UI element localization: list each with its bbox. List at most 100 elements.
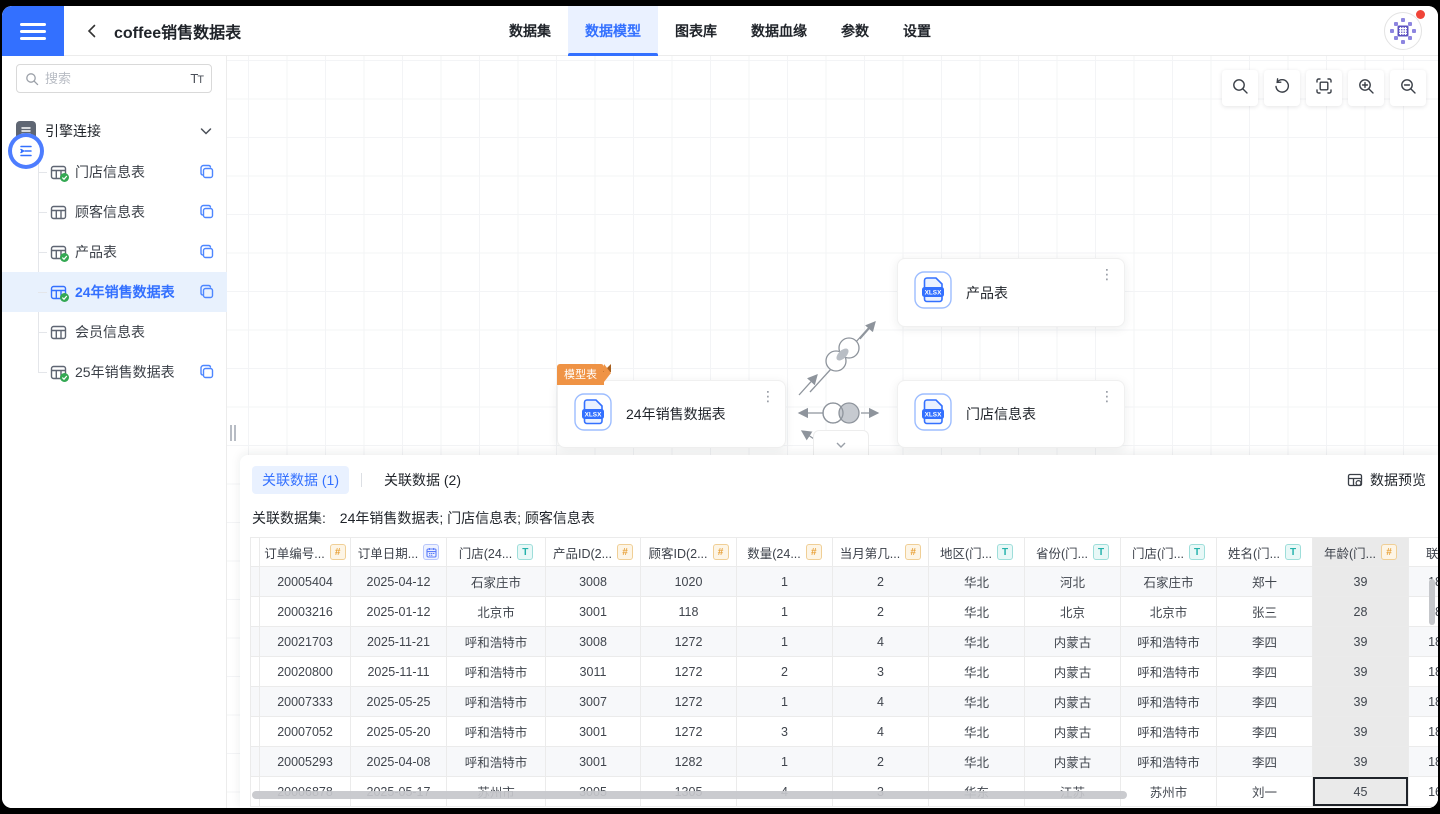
table-cell[interactable]: 李四 bbox=[1217, 627, 1313, 657]
table-cell[interactable]: 华北 bbox=[929, 567, 1025, 597]
table-cell[interactable]: 2 bbox=[737, 657, 833, 687]
table-cell[interactable]: 3008 bbox=[546, 567, 641, 597]
table-cell[interactable]: 呼和浩特市 bbox=[1121, 717, 1217, 747]
table-cell[interactable]: 1020 bbox=[641, 567, 737, 597]
table-cell[interactable]: 3 bbox=[833, 657, 929, 687]
column-header-3[interactable]: 产品ID(2...# bbox=[546, 537, 641, 567]
table-cell[interactable]: 华北 bbox=[929, 627, 1025, 657]
table-cell[interactable]: 20003216 bbox=[260, 597, 351, 627]
column-header-7[interactable]: 地区(门...T bbox=[929, 537, 1025, 567]
table-cell[interactable]: 188 bbox=[1409, 747, 1438, 777]
table-cell[interactable]: 呼和浩特市 bbox=[447, 657, 546, 687]
model-node-2[interactable]: XLSX门店信息表⋮ bbox=[897, 380, 1125, 448]
sidebar-item-5[interactable]: 25年销售数据表 bbox=[2, 352, 227, 392]
table-cell[interactable]: 北京 bbox=[1025, 597, 1121, 627]
table-cell[interactable]: 3008 bbox=[546, 627, 641, 657]
table-cell[interactable]: 呼和浩特市 bbox=[1121, 747, 1217, 777]
table-cell[interactable]: 河北 bbox=[1025, 567, 1121, 597]
column-header-8[interactable]: 省份(门...T bbox=[1025, 537, 1121, 567]
column-header-6[interactable]: 当月第几...# bbox=[833, 537, 929, 567]
search-button[interactable] bbox=[1222, 70, 1258, 106]
table-cell[interactable]: 2025-01-12 bbox=[351, 597, 447, 627]
text-filter-icon[interactable]: TT bbox=[190, 71, 203, 86]
table-cell[interactable]: 1282 bbox=[641, 747, 737, 777]
sidebar-item-4[interactable]: 会员信息表 bbox=[2, 312, 227, 352]
table-cell[interactable]: 石家庄市 bbox=[1121, 567, 1217, 597]
copy-icon[interactable] bbox=[199, 244, 215, 260]
table-cell[interactable]: 1272 bbox=[641, 687, 737, 717]
panel-tab-0[interactable]: 关联数据 (1) bbox=[252, 466, 349, 494]
hamburger-menu-button[interactable] bbox=[2, 6, 64, 56]
column-header-11[interactable]: 年龄(门...# bbox=[1313, 537, 1409, 567]
tab-0[interactable]: 数据集 bbox=[492, 6, 568, 56]
table-cell[interactable]: 2025-11-11 bbox=[351, 657, 447, 687]
table-cell[interactable]: 3 bbox=[737, 717, 833, 747]
copy-icon[interactable] bbox=[199, 284, 215, 300]
column-header-10[interactable]: 姓名(门...T bbox=[1217, 537, 1313, 567]
table-cell[interactable]: 3001 bbox=[546, 597, 641, 627]
table-cell[interactable]: 郑十 bbox=[1217, 567, 1313, 597]
table-cell[interactable]: 李四 bbox=[1217, 747, 1313, 777]
tab-5[interactable]: 设置 bbox=[886, 6, 948, 56]
table-cell[interactable]: 2 bbox=[833, 747, 929, 777]
collapsed-node[interactable] bbox=[813, 430, 869, 456]
table-cell[interactable]: 188 bbox=[1409, 687, 1438, 717]
chevron-down-icon[interactable] bbox=[199, 124, 213, 138]
tab-2[interactable]: 图表库 bbox=[658, 6, 734, 56]
tab-4[interactable]: 参数 bbox=[824, 6, 886, 56]
table-cell[interactable]: 4 bbox=[833, 687, 929, 717]
table-cell[interactable]: 3007 bbox=[546, 687, 641, 717]
table-cell[interactable]: 张三 bbox=[1217, 597, 1313, 627]
table-cell[interactable]: 28 bbox=[1313, 597, 1409, 627]
table-cell[interactable]: 45 bbox=[1313, 777, 1409, 807]
column-header-0[interactable]: 订单编号...# bbox=[260, 537, 351, 567]
table-cell[interactable]: 4 bbox=[833, 717, 929, 747]
table-cell[interactable]: 2025-04-12 bbox=[351, 567, 447, 597]
sidebar-item-3[interactable]: 24年销售数据表 bbox=[2, 272, 227, 312]
table-cell[interactable]: 20020800 bbox=[260, 657, 351, 687]
table-cell[interactable]: 内蒙古 bbox=[1025, 747, 1121, 777]
table-cell[interactable]: 李四 bbox=[1217, 687, 1313, 717]
table-cell[interactable]: 内蒙古 bbox=[1025, 687, 1121, 717]
table-cell[interactable]: 北京市 bbox=[447, 597, 546, 627]
table-cell[interactable]: 李四 bbox=[1217, 717, 1313, 747]
table-cell[interactable]: 内蒙古 bbox=[1025, 717, 1121, 747]
table-cell[interactable]: 2025-05-25 bbox=[351, 687, 447, 717]
table-cell[interactable]: 20005293 bbox=[260, 747, 351, 777]
column-header-4[interactable]: 顾客ID(2...# bbox=[641, 537, 737, 567]
table-cell[interactable]: 20007052 bbox=[260, 717, 351, 747]
table-cell[interactable]: 39 bbox=[1313, 657, 1409, 687]
fit-button[interactable] bbox=[1306, 70, 1342, 106]
table-cell[interactable]: 呼和浩特市 bbox=[1121, 687, 1217, 717]
table-cell[interactable]: 刘一 bbox=[1217, 777, 1313, 807]
table-cell[interactable]: 李四 bbox=[1217, 657, 1313, 687]
table-cell[interactable]: 160 bbox=[1409, 777, 1438, 807]
table-cell[interactable]: 2 bbox=[833, 567, 929, 597]
reset-button[interactable] bbox=[1264, 70, 1300, 106]
table-cell[interactable]: 118 bbox=[641, 597, 737, 627]
table-cell[interactable]: 188 bbox=[1409, 657, 1438, 687]
node-menu-icon[interactable]: ⋮ bbox=[761, 391, 775, 401]
table-cell[interactable]: 39 bbox=[1313, 747, 1409, 777]
zoom-in-button[interactable] bbox=[1348, 70, 1384, 106]
table-cell[interactable]: 3001 bbox=[546, 747, 641, 777]
table-cell[interactable]: 华北 bbox=[929, 717, 1025, 747]
copy-icon[interactable] bbox=[199, 164, 215, 180]
table-cell[interactable]: 4 bbox=[833, 627, 929, 657]
table-cell[interactable]: 188 bbox=[1409, 717, 1438, 747]
tab-1[interactable]: 数据模型 bbox=[568, 6, 658, 56]
table-cell[interactable]: 39 bbox=[1313, 567, 1409, 597]
sidebar-item-2[interactable]: 产品表 bbox=[2, 232, 227, 272]
copy-icon[interactable] bbox=[199, 204, 215, 220]
table-cell[interactable]: 呼和浩特市 bbox=[1121, 627, 1217, 657]
table-cell[interactable]: 2 bbox=[833, 597, 929, 627]
table-cell[interactable]: 1 bbox=[737, 597, 833, 627]
table-cell[interactable]: 呼和浩特市 bbox=[447, 687, 546, 717]
search-input[interactable] bbox=[45, 71, 184, 86]
table-cell[interactable]: 1272 bbox=[641, 627, 737, 657]
table-cell[interactable]: 20005404 bbox=[260, 567, 351, 597]
table-cell[interactable]: 1 bbox=[737, 567, 833, 597]
table-cell[interactable]: 20007333 bbox=[260, 687, 351, 717]
vertical-scrollbar[interactable] bbox=[1429, 579, 1435, 625]
collapse-sidebar-button[interactable] bbox=[8, 133, 44, 169]
